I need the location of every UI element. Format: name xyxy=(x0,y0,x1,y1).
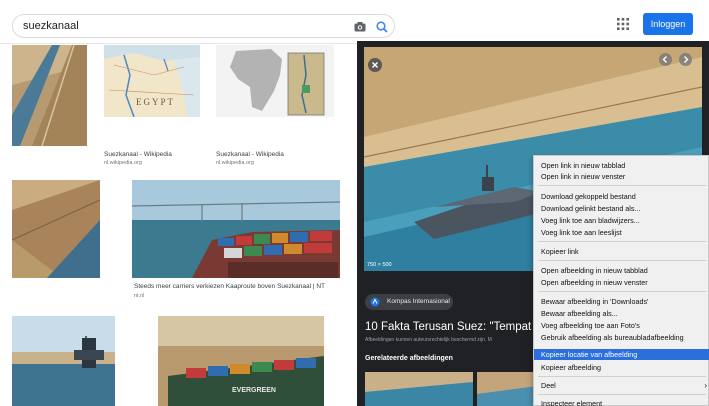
search-input[interactable]: suezkanaal xyxy=(23,20,79,32)
close-icon xyxy=(372,62,378,68)
menu-item-download-linked-file-as[interactable]: Download gelinkt bestand als... xyxy=(534,203,709,214)
menu-item-add-link-bookmarks[interactable]: Voeg link toe aan bladwijzers... xyxy=(534,215,709,226)
result-source: nt.nl xyxy=(134,293,145,299)
result-title[interactable]: Suezkanaal - Wikipedia xyxy=(104,151,172,158)
menu-separator xyxy=(538,376,706,377)
image-dimensions: 750 × 500 xyxy=(367,262,392,268)
related-image-2[interactable] xyxy=(477,372,537,406)
menu-item-add-image-photos[interactable]: Voeg afbeelding toe aan Foto's xyxy=(534,320,709,331)
result-thumbnail-canal-bank[interactable] xyxy=(12,180,100,278)
related-images-heading: Gerelateerde afbeeldingen xyxy=(365,355,453,362)
search-box[interactable]: suezkanaal xyxy=(12,14,395,38)
chevron-right-icon xyxy=(684,56,689,63)
image-results-grid: EGYPT Suezkanaal - Wikipedia nl.wikipedi… xyxy=(0,45,357,406)
chevron-left-icon xyxy=(662,56,667,63)
menu-item-download-linked-file[interactable]: Download gekoppeld bestand xyxy=(534,191,709,202)
menu-item-share-label: Deel xyxy=(541,381,556,390)
copyright-notice: Afbeeldingen kunnen auteursrechtelijk be… xyxy=(365,337,492,343)
menu-separator xyxy=(538,185,706,186)
menu-item-inspect-element[interactable]: Inspecteer element xyxy=(534,398,709,406)
preview-title[interactable]: 10 Fakta Terusan Suez: "Tempat L xyxy=(365,321,541,333)
menu-separator xyxy=(538,260,706,261)
menu-separator xyxy=(538,394,706,395)
ship-label: EVERGREEN xyxy=(232,387,276,394)
context-menu: Open link in nieuw tabblad Open link in … xyxy=(533,155,709,406)
result-source: nl.wikipedia.org xyxy=(216,160,254,166)
google-images-page: suezkanaal Inloggen EGYPT Suezkanaal - W… xyxy=(0,0,709,406)
search-icon[interactable] xyxy=(375,20,389,34)
menu-item-save-image-as[interactable]: Bewaar afbeelding als... xyxy=(534,308,709,319)
result-thumbnail-aerial-canal[interactable] xyxy=(12,45,87,146)
menu-item-copy-image-address[interactable]: Kopieer locatie van afbeelding xyxy=(534,349,709,360)
source-name: Kompas Internasional xyxy=(387,298,450,305)
menu-item-open-image-new-window[interactable]: Open afbeelding in nieuw venster xyxy=(534,277,709,288)
source-badge[interactable]: Kompas Internasional xyxy=(365,294,453,310)
menu-item-share[interactable]: Deel › xyxy=(534,380,709,391)
result-title[interactable]: Steeds meer carriers verkiezen Kaaproute… xyxy=(134,283,325,290)
result-thumbnail-ship-in-canal[interactable] xyxy=(12,316,115,406)
menu-item-open-link-new-tab[interactable]: Open link in nieuw tabblad xyxy=(534,160,709,171)
menu-item-add-link-reading-list[interactable]: Voeg link toe aan leeslijst xyxy=(534,227,709,238)
menu-item-save-image-downloads[interactable]: Bewaar afbeelding in 'Downloads' xyxy=(534,296,709,307)
result-title[interactable]: Suezkanaal - Wikipedia xyxy=(216,151,284,158)
login-button[interactable]: Inloggen xyxy=(643,13,693,35)
result-thumbnail-evergreen-ship[interactable]: EVERGREEN xyxy=(158,316,324,406)
related-image-1[interactable] xyxy=(365,372,473,406)
next-image-button[interactable] xyxy=(679,53,692,66)
apps-grid-icon[interactable] xyxy=(617,18,629,30)
previous-image-button[interactable] xyxy=(659,53,672,66)
result-source: nl.wikipedia.org xyxy=(104,160,142,166)
menu-item-copy-link[interactable]: Kopieer link xyxy=(534,246,709,257)
close-preview-button[interactable] xyxy=(368,58,382,72)
menu-item-copy-image[interactable]: Kopieer afbeelding xyxy=(534,362,709,373)
menu-item-open-link-new-window[interactable]: Open link in nieuw venster xyxy=(534,171,709,182)
result-thumbnail-egypt-map[interactable]: EGYPT xyxy=(104,45,200,117)
menu-separator xyxy=(538,291,706,292)
result-thumbnail-africa-locator-map[interactable] xyxy=(216,45,334,117)
kompas-logo-icon xyxy=(370,297,380,307)
map-label: EGYPT xyxy=(136,97,175,107)
menu-item-open-image-new-tab[interactable]: Open afbeelding in nieuw tabblad xyxy=(534,265,709,276)
top-bar: suezkanaal Inloggen xyxy=(0,0,709,44)
menu-separator xyxy=(538,241,706,242)
submenu-arrow-icon: › xyxy=(704,381,707,390)
result-thumbnail-container-ship-bridge[interactable] xyxy=(132,180,340,278)
camera-icon[interactable] xyxy=(353,20,367,34)
menu-item-use-as-desktop-picture[interactable]: Gebruik afbeelding als bureaubladafbeeld… xyxy=(534,332,709,343)
